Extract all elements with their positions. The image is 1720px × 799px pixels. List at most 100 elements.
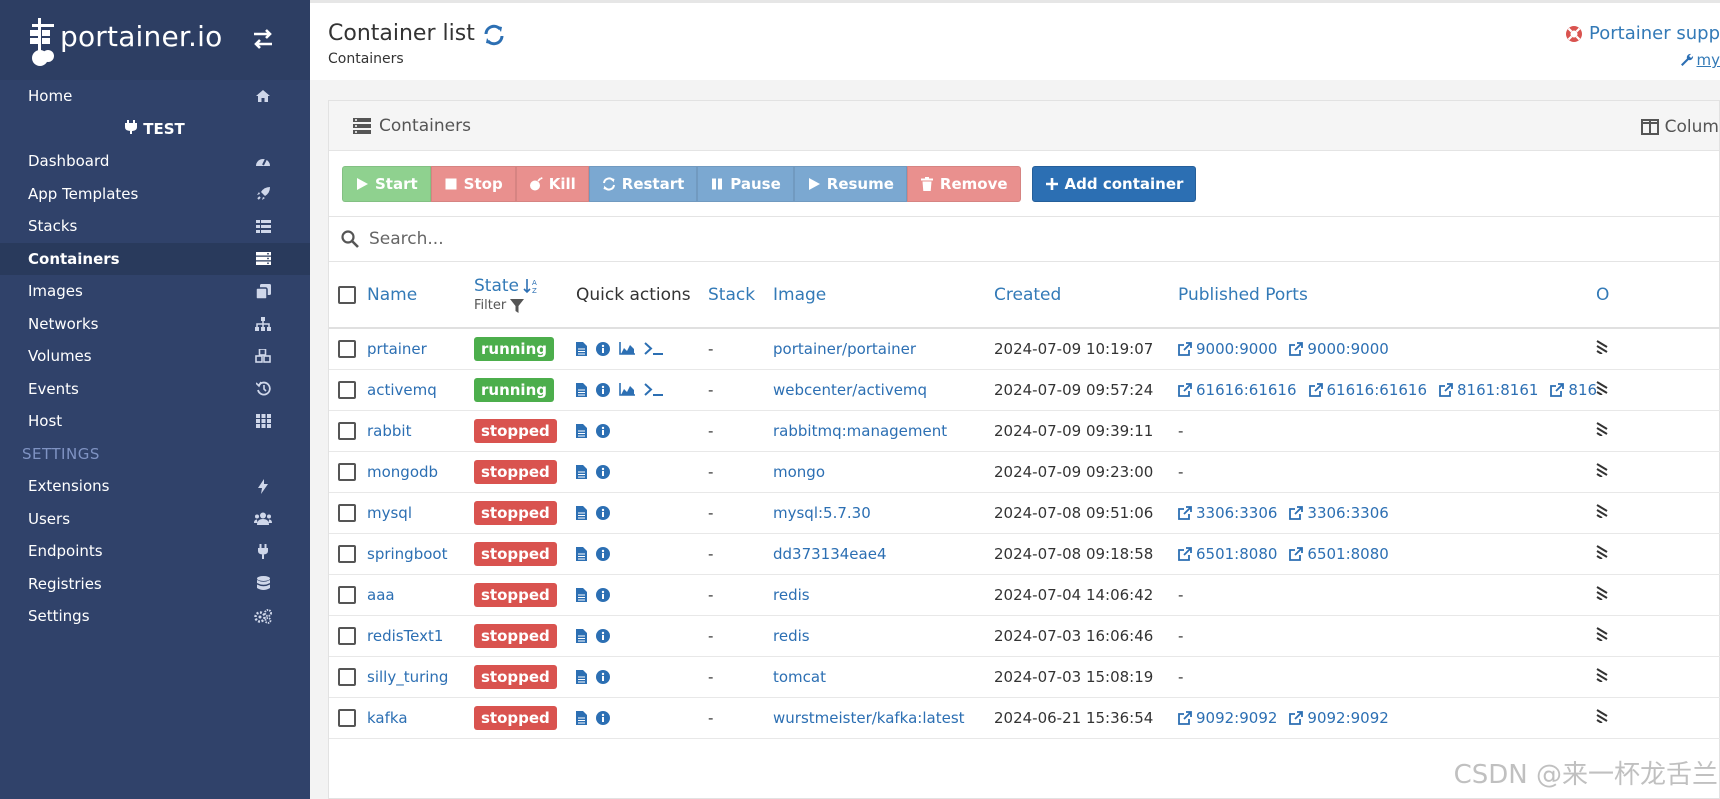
logs-icon[interactable] — [576, 505, 587, 520]
sidebar-item-home[interactable]: Home — [0, 80, 310, 113]
info-icon[interactable] — [596, 382, 610, 397]
column-header-ports[interactable]: Published Ports — [1178, 262, 1596, 328]
row-checkbox[interactable] — [338, 585, 356, 604]
sidebar-item-events[interactable]: Events — [0, 373, 310, 406]
table-row[interactable]: redisText1 stopped - redis 2024-07-03 16… — [329, 615, 1720, 656]
console-icon[interactable] — [644, 342, 664, 356]
image-link[interactable]: wurstmeister/kafka:latest — [773, 709, 965, 727]
table-row[interactable]: springboot stopped - dd373134eae4 2024-0… — [329, 533, 1720, 574]
info-icon[interactable] — [596, 628, 610, 643]
table-row[interactable]: silly_turing stopped - tomcat 2024-07-03… — [329, 656, 1720, 697]
column-header-stack[interactable]: Stack — [708, 262, 773, 328]
row-checkbox[interactable] — [338, 340, 356, 358]
sidebar-item-dashboard[interactable]: Dashboard — [0, 145, 310, 178]
table-row[interactable]: mysql stopped - mysql:5.7.30 2024-07-08 … — [329, 492, 1720, 533]
port-link[interactable]: 6501:8080 — [1178, 545, 1277, 563]
support-link[interactable]: Portainer supp — [1565, 23, 1720, 44]
container-name-link[interactable]: rabbit — [367, 422, 411, 440]
port-link[interactable]: 8161:8161 — [1439, 381, 1538, 399]
row-checkbox[interactable] — [338, 421, 356, 440]
info-icon[interactable] — [596, 710, 610, 725]
info-icon[interactable] — [596, 464, 610, 479]
resume-button[interactable]: Resume — [793, 165, 907, 202]
table-row[interactable]: activemq running - webcenter/activemq 20… — [329, 369, 1720, 410]
search-input[interactable] — [369, 229, 1069, 249]
info-icon[interactable] — [596, 546, 610, 561]
logs-icon[interactable] — [576, 669, 587, 684]
sidebar-item-users[interactable]: Users — [0, 503, 310, 536]
logs-icon[interactable] — [576, 546, 587, 561]
container-name-link[interactable]: redisText1 — [367, 627, 443, 645]
pause-button[interactable]: Pause — [697, 165, 794, 202]
container-name-link[interactable]: aaa — [367, 586, 395, 604]
state-filter[interactable]: Filter — [474, 298, 576, 314]
image-link[interactable]: webcenter/activemq — [773, 381, 927, 399]
container-name-link[interactable]: springboot — [367, 545, 447, 563]
image-link[interactable]: rabbitmq:management — [773, 422, 947, 440]
logs-icon[interactable] — [576, 341, 587, 356]
port-link[interactable]: 9092:9092 — [1178, 709, 1277, 727]
sidebar-item-settings[interactable]: Settings — [0, 600, 310, 633]
logs-icon[interactable] — [576, 628, 587, 643]
sidebar-item-extensions[interactable]: Extensions — [0, 470, 310, 503]
sidebar-item-containers[interactable]: Containers — [0, 242, 310, 275]
info-icon[interactable] — [596, 341, 610, 356]
port-link[interactable]: 3306:3306 — [1289, 504, 1389, 522]
sidebar-item-networks[interactable]: Networks — [0, 308, 310, 341]
logs-icon[interactable] — [576, 423, 587, 438]
refresh-icon[interactable] — [482, 23, 506, 47]
stop-button[interactable]: Stop — [430, 165, 516, 202]
container-name-link[interactable]: kafka — [367, 709, 408, 727]
kill-button[interactable]: Kill — [515, 165, 589, 202]
row-checkbox[interactable] — [338, 503, 356, 522]
user-menu-link[interactable]: my — [1680, 51, 1720, 69]
sidebar-item-registries[interactable]: Registries — [0, 568, 310, 601]
table-row[interactable]: kafka stopped - wurstmeister/kafka:lates… — [329, 697, 1720, 738]
column-header-name[interactable]: Name — [367, 262, 474, 328]
container-name-link[interactable]: prtainer — [367, 340, 427, 358]
logs-icon[interactable] — [576, 464, 587, 479]
port-link[interactable]: 9092:9092 — [1289, 709, 1389, 727]
logs-icon[interactable] — [576, 710, 587, 725]
container-name-link[interactable]: mongodb — [367, 463, 438, 481]
image-link[interactable]: tomcat — [773, 668, 826, 686]
container-name-link[interactable]: mysql — [367, 504, 412, 522]
select-all-checkbox[interactable] — [338, 285, 356, 304]
row-checkbox[interactable] — [338, 667, 356, 686]
image-link[interactable]: dd373134eae4 — [773, 545, 887, 563]
column-header-state[interactable]: State AZ Filter — [474, 262, 576, 328]
port-link[interactable]: 61616:61616 — [1308, 381, 1427, 399]
port-link[interactable]: 9000:9000 — [1178, 340, 1277, 358]
stats-icon[interactable] — [619, 342, 635, 356]
container-name-link[interactable]: activemq — [367, 381, 437, 399]
port-link[interactable]: 3306:3306 — [1178, 504, 1277, 522]
logs-icon[interactable] — [576, 382, 587, 397]
image-link[interactable]: redis — [773, 627, 810, 645]
table-row[interactable]: rabbit stopped - rabbitmq:management 202… — [329, 410, 1720, 451]
start-button[interactable]: Start — [342, 165, 431, 202]
restart-button[interactable]: Restart — [588, 165, 698, 202]
info-icon[interactable] — [596, 587, 610, 602]
info-icon[interactable] — [596, 505, 610, 520]
image-link[interactable]: portainer/portainer — [773, 340, 916, 358]
port-link[interactable]: 61616:61616 — [1178, 381, 1297, 399]
sidebar-item-app-templates[interactable]: App Templates — [0, 178, 310, 211]
stats-icon[interactable] — [619, 383, 635, 396]
sidebar-item-images[interactable]: Images — [0, 275, 310, 308]
image-link[interactable]: mysql:5.7.30 — [773, 504, 871, 522]
row-checkbox[interactable] — [338, 708, 356, 727]
sidebar-item-stacks[interactable]: Stacks — [0, 210, 310, 243]
column-header-image[interactable]: Image — [773, 262, 994, 328]
info-icon[interactable] — [596, 423, 610, 438]
add-container-button[interactable]: Add container — [1031, 165, 1197, 202]
info-icon[interactable] — [596, 669, 610, 684]
remove-button[interactable]: Remove — [906, 165, 1021, 202]
table-row[interactable]: aaa stopped - redis 2024-07-04 14:06:42 … — [329, 574, 1720, 615]
column-header-extra[interactable]: O — [1596, 262, 1720, 328]
image-link[interactable]: mongo — [773, 463, 825, 481]
row-checkbox[interactable] — [338, 462, 356, 481]
row-checkbox[interactable] — [338, 544, 356, 563]
sidebar-item-host[interactable]: Host — [0, 405, 310, 438]
toggle-sidebar-icon[interactable] — [250, 26, 276, 52]
port-link[interactable]: 8161:8161 — [1550, 381, 1596, 399]
